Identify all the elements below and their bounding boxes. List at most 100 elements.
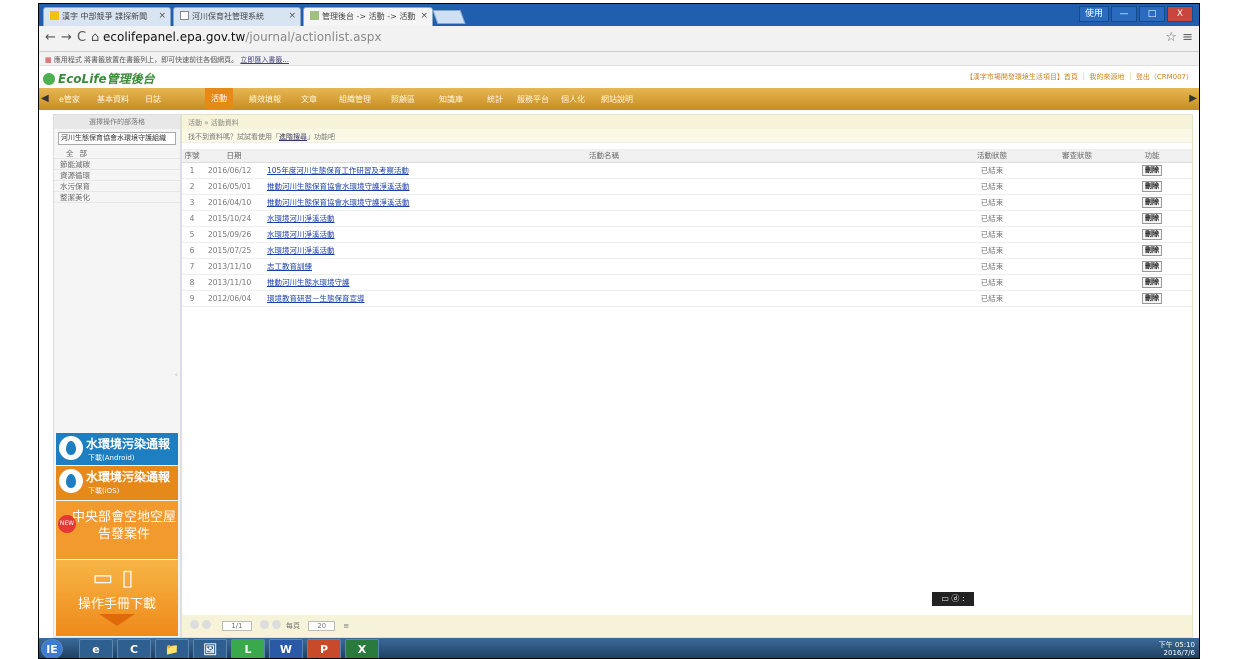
delete-button[interactable]: 刪除 (1142, 181, 1162, 192)
system-clock[interactable]: 下午 05:10 2016/7/6 (1159, 641, 1195, 657)
menu-item-stats[interactable]: 統計 (487, 94, 503, 105)
menu-item-service[interactable]: 服務平台 (517, 94, 549, 105)
menu-item-performance[interactable]: 績效填報 (249, 94, 281, 105)
prev-page-icon[interactable] (202, 620, 211, 629)
delete-button[interactable]: 刪除 (1142, 229, 1162, 240)
activity-link[interactable]: 水環境河川淨溪活動 (267, 214, 335, 223)
bookmark-star-icon[interactable]: ☆ (1165, 30, 1177, 45)
delete-button[interactable]: 刪除 (1142, 261, 1162, 272)
sidebar-collapse-icon[interactable]: ‹ (175, 370, 178, 379)
manual-download-banner[interactable]: ▭▯ 操作手冊下載 (56, 560, 178, 636)
menu-item-org[interactable]: 組織管理 (339, 94, 371, 105)
col-date[interactable]: 日期 (202, 149, 266, 163)
url-field[interactable]: ecolifepanel.epa.gov.tw/journal/actionli… (103, 30, 381, 44)
next-page-icon[interactable] (259, 620, 269, 629)
maximize-button[interactable]: □ (1139, 6, 1165, 22)
close-tab-icon[interactable]: × (420, 11, 428, 21)
top-links[interactable]: 【漢字市場開發環境生活項目】首頁 ｜ 我的來源地 ｜ 登出（CRM007） (966, 72, 1193, 82)
per-page-select[interactable]: 20 (308, 621, 336, 631)
water-report-ios-banner[interactable]: 水環境污染通報 下載(iOS) (56, 466, 178, 500)
site-header: EcoLife管理後台 【漢字市場開發環境生活項目】首頁 ｜ 我的來源地 ｜ 登… (39, 66, 1199, 88)
advanced-search-link[interactable]: 進階搜尋 (279, 133, 307, 141)
minimize-button[interactable]: — (1111, 6, 1137, 22)
search-notice: 找不到資料嗎？試試看使用「進階搜尋」功能吧 (182, 129, 1192, 143)
page-icon (180, 11, 189, 20)
delete-button[interactable]: 刪除 (1142, 277, 1162, 288)
back-icon[interactable]: ← (45, 30, 56, 45)
browser-tab[interactable]: 漢字 中部競爭 諜探新聞 × (43, 7, 171, 26)
new-badge: NEW (58, 515, 76, 533)
menu-item-personal[interactable]: 個人化 (561, 94, 585, 105)
activity-link[interactable]: 志工教育訓練 (267, 262, 312, 271)
browser-tab[interactable]: 河川保育社管理系統 × (173, 7, 301, 26)
col-review[interactable]: 審查狀態 (1042, 149, 1112, 163)
refresh-icon[interactable]: ≡ (343, 622, 349, 630)
col-status[interactable]: 活動狀態 (942, 149, 1042, 163)
page-icon (310, 11, 319, 20)
first-page-icon[interactable] (190, 620, 199, 629)
menu-item-activity[interactable]: 活動 (205, 88, 233, 110)
menu-item-article[interactable]: 文章 (301, 94, 317, 105)
menu-icon[interactable]: ≡ (1182, 30, 1193, 45)
chrome-icon[interactable]: C (117, 639, 151, 658)
menu-item-egujia[interactable]: e管家 (59, 94, 80, 105)
sidebar-item-all[interactable]: 全部 (54, 148, 180, 159)
picture-viewer-icon[interactable]: 🖼 (193, 639, 227, 658)
user-button[interactable]: 使用 (1079, 6, 1109, 22)
sidebar-item-recycle[interactable]: 資源循環 (54, 170, 180, 181)
activity-link[interactable]: 水環境河川淨溪活動 (267, 246, 335, 255)
browser-tab-active[interactable]: 管理後台 -> 活動 -> 活動 × (303, 7, 433, 26)
close-window-button[interactable]: X (1167, 6, 1193, 22)
activity-link[interactable]: 推動河川生態保育協會水環境守護淨溪活動 (267, 198, 410, 207)
delete-button[interactable]: 刪除 (1142, 245, 1162, 256)
table-row: 6 2015/07/25 水環境河川淨溪活動 已結束 刪除 (182, 242, 1192, 259)
delete-button[interactable]: 刪除 (1142, 293, 1162, 304)
table-row: 2 2016/05/01 推動河川生態保育協會水環境守護淨溪活動 已結束 刪除 (182, 178, 1192, 195)
menu-item-diary[interactable]: 日誌 (145, 94, 161, 105)
sidebar-item-energy[interactable]: 節能減碳 (54, 159, 180, 170)
taskbar: IE e C 📁 🖼 L W P X 下午 05:10 2016/7/6 (39, 638, 1199, 658)
screen: 漢字 中部競爭 諜探新聞 × 河川保育社管理系統 × 管理後台 -> 活動 -> 活… (38, 3, 1200, 659)
forward-icon[interactable]: → (61, 30, 72, 45)
delete-button[interactable]: 刪除 (1142, 165, 1162, 176)
blog-select[interactable]: 河川生態保育協會水環境守護組織 (58, 132, 176, 145)
close-tab-icon[interactable]: × (158, 11, 166, 21)
sidebar-item-clean[interactable]: 整潔美化 (54, 192, 180, 203)
sidebar-item-water[interactable]: 水污保育 (54, 181, 180, 192)
page-input[interactable]: 1/1 (222, 621, 252, 631)
delete-button[interactable]: 刪除 (1142, 197, 1162, 208)
folder-icon[interactable]: 📁 (155, 639, 189, 658)
water-report-android-banner[interactable]: 水環境污染通報 下載(Android) (56, 433, 178, 465)
close-tab-icon[interactable]: × (288, 11, 296, 21)
menu-item-basic-info[interactable]: 基本資料 (97, 94, 129, 105)
delete-button[interactable]: 刪除 (1142, 213, 1162, 224)
activity-link[interactable]: 推動河川生態保育協會水環境守護淨溪活動 (267, 182, 410, 191)
home-icon[interactable]: ⌂ (91, 30, 99, 45)
activity-link[interactable]: 105年度河川生態保育工作研習及考察活動 (267, 166, 409, 175)
menu-item-knowledge[interactable]: 知識庫 (439, 94, 463, 105)
ie-icon[interactable]: e (79, 639, 113, 658)
menu-scroll-right-icon[interactable]: ▶ (1189, 93, 1197, 104)
new-tab-button[interactable] (432, 10, 466, 24)
excel-icon[interactable]: X (345, 639, 379, 658)
reload-icon[interactable]: C (77, 30, 86, 45)
line-icon[interactable]: L (231, 639, 265, 658)
menu-item-help[interactable]: 網站說明 (601, 94, 633, 105)
activity-link[interactable]: 環境教育研習－生態保育宣導 (267, 294, 365, 303)
col-no[interactable]: 序號 (182, 149, 202, 163)
powerpoint-icon[interactable]: P (307, 639, 341, 658)
last-page-icon[interactable] (271, 620, 281, 629)
ime-toolbar[interactable]: ▭ ⓓ : (932, 592, 974, 606)
menu-scroll-left-icon[interactable]: ◀ (41, 93, 49, 104)
col-action: 功能 (1112, 149, 1192, 163)
apps-icon[interactable]: ▦ (45, 56, 52, 64)
activity-link[interactable]: 推動河川生態水環境守護 (267, 278, 350, 287)
menu-item-care-area[interactable]: 照顧區 (391, 94, 415, 105)
activity-link[interactable]: 水環境河川淨溪活動 (267, 230, 335, 239)
col-name[interactable]: 活動名稱 (266, 149, 942, 163)
import-bookmarks-link[interactable]: 立即匯入書籤... (240, 56, 289, 64)
vacant-land-banner[interactable]: NEW 中央部會空地空屋告發案件 (56, 501, 178, 559)
site-logo[interactable]: EcoLife管理後台 (43, 70, 155, 87)
start-button[interactable]: IE (41, 639, 63, 658)
word-icon[interactable]: W (269, 639, 303, 658)
